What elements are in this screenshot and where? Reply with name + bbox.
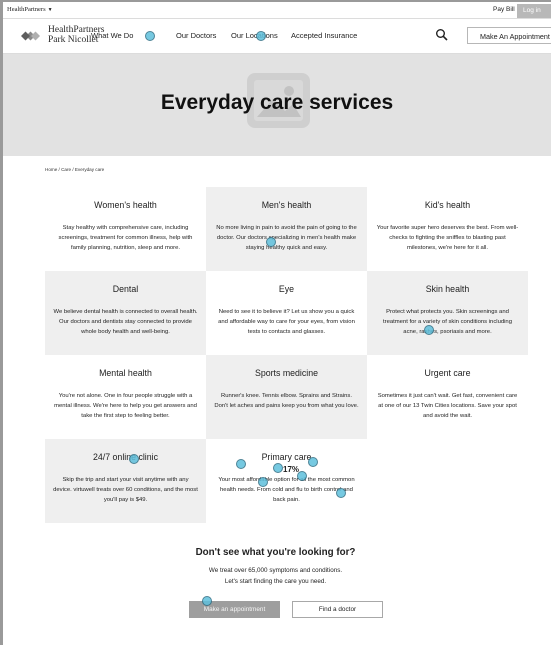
card-title: Skin health — [425, 284, 470, 294]
breadcrumb[interactable]: Home / Care / Everyday care — [45, 167, 104, 172]
brand-switcher[interactable]: HealthPartners ▼ — [7, 6, 53, 13]
make-appointment-nav-button[interactable]: Make An Appointment — [467, 27, 551, 44]
interaction-marker — [129, 454, 139, 464]
card-dental[interactable]: Dental We believe dental health is conne… — [45, 271, 206, 355]
card-primary-care[interactable]: Primary care Your most affordable option… — [206, 439, 367, 523]
interaction-marker — [273, 463, 283, 473]
card-description: You're not alone. One in four people str… — [54, 393, 197, 419]
card-sports-medicine[interactable]: Sports medicine Runner's knee. Tennis el… — [206, 355, 367, 439]
card-description: Skip the trip and start your visit anyti… — [53, 477, 198, 503]
window-top-border — [0, 0, 551, 2]
card-title: Men's health — [261, 200, 312, 210]
search-icon[interactable] — [435, 28, 449, 42]
interaction-marker — [258, 477, 268, 487]
interaction-marker — [266, 237, 276, 247]
card-description: Protect what protects you. Skin screenin… — [382, 309, 512, 335]
interaction-percent-label: 17% — [283, 465, 300, 474]
log-in-button[interactable]: Log in — [517, 4, 551, 18]
cta-subtext-1: We treat over 65,000 symptoms and condit… — [208, 567, 343, 574]
card-womens-health[interactable]: Women's health Stay healthy with compreh… — [45, 187, 206, 271]
card-kids-health[interactable]: Kid's health Your favorite super hero de… — [367, 187, 528, 271]
card-title: Urgent care — [424, 368, 471, 378]
card-title: Kid's health — [424, 200, 471, 210]
card-description: Stay healthy with comprehensive care, in… — [58, 225, 193, 251]
card-mens-health[interactable]: Men's health No more living in pain to a… — [206, 187, 367, 271]
card-urgent-care[interactable]: Urgent care Sometimes it just can't wait… — [367, 355, 528, 439]
card-description: We believe dental health is connected to… — [53, 309, 198, 335]
interaction-marker — [336, 488, 346, 498]
main-nav: HealthPartners Park Nicollet What We Do … — [3, 19, 551, 54]
interaction-marker — [424, 325, 434, 335]
utility-bar: HealthPartners ▼ Pay Bill Log in — [3, 4, 551, 19]
card-description: Your favorite super hero deserves the be… — [376, 225, 519, 251]
interaction-marker — [256, 31, 266, 41]
chevron-down-icon: ▼ — [47, 8, 53, 13]
card-eye[interactable]: Eye Need to see it to believe it? Let us… — [206, 271, 367, 355]
brand-switcher-label: HealthPartners — [7, 6, 46, 13]
card-description: No more living in pain to avoid the pain… — [216, 225, 357, 251]
card-title: Women's health — [94, 200, 157, 210]
interaction-marker — [202, 596, 212, 606]
card-description: Sometimes it just can't wait. Get fast, … — [377, 393, 518, 419]
card-title: Sports medicine — [254, 368, 319, 378]
card-mental-health[interactable]: Mental health You're not alone. One in f… — [45, 355, 206, 439]
card-title: Dental — [112, 284, 139, 294]
nav-link-accepted-insurance[interactable]: Accepted Insurance — [291, 31, 357, 40]
nav-link-what-we-do[interactable]: What We Do — [91, 31, 133, 40]
interaction-marker — [236, 459, 246, 469]
hero-banner: Everyday care services — [3, 54, 551, 156]
card-title: Eye — [278, 284, 295, 294]
cta-heading: Don't see what you're looking for? — [195, 547, 356, 558]
interaction-marker — [308, 457, 318, 467]
pay-bill-link[interactable]: Pay Bill — [493, 6, 515, 13]
card-title: 24/7 online clinic — [92, 452, 159, 462]
card-description: Need to see it to believe it? Let us sho… — [218, 309, 355, 335]
card-description: Runner's knee. Tennis elbow. Sprains and… — [214, 393, 359, 409]
card-online-clinic[interactable]: 24/7 online clinic Skip the trip and sta… — [45, 439, 206, 523]
nav-link-our-locations[interactable]: Our Locations — [231, 31, 278, 40]
card-skin-health[interactable]: Skin health Protect what protects you. S… — [367, 271, 528, 355]
find-doctor-button[interactable]: Find a doctor — [292, 601, 383, 618]
card-title: Mental health — [99, 368, 152, 378]
cta-subtext-2: Let's start finding the care you need. — [224, 578, 327, 585]
nav-link-our-doctors[interactable]: Our Doctors — [176, 31, 216, 40]
interaction-marker — [145, 31, 155, 41]
logo-diamond-icon[interactable] — [21, 27, 41, 45]
page-title: Everyday care services — [160, 91, 394, 114]
